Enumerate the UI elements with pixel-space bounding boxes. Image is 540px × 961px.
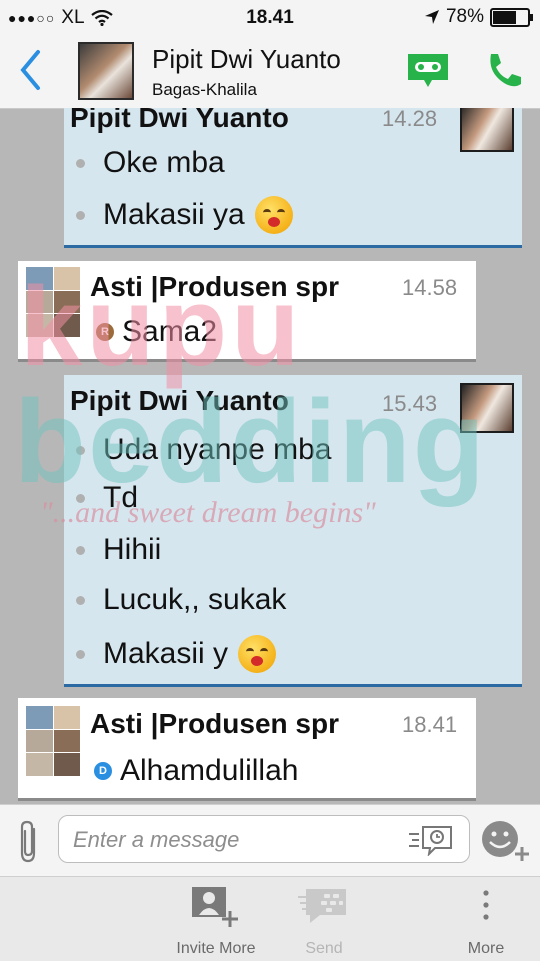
contact-status: Bagas-Khalila bbox=[152, 80, 257, 99]
message-text: Lucuk,, sukak bbox=[103, 583, 287, 616]
message-text: Sama2 bbox=[122, 315, 218, 348]
message-text: Oke mba bbox=[103, 146, 225, 179]
invite-more-label: Invite More bbox=[176, 940, 256, 957]
message-text: Makasii ya bbox=[103, 198, 245, 231]
chat-thread[interactable]: Pipit Dwi Yuanto 14.28 Oke mba Makasii y… bbox=[0, 108, 540, 804]
invite-more-button[interactable]: Invite More bbox=[156, 885, 276, 958]
sender-name: Asti |Produsen spr bbox=[90, 708, 339, 739]
bullet-icon bbox=[76, 545, 85, 555]
kiss-emoji-icon bbox=[238, 635, 277, 673]
sender-name: Pipit Dwi Yuanto bbox=[70, 385, 289, 416]
bullet-icon bbox=[76, 595, 85, 605]
message-line: Oke mba bbox=[76, 146, 225, 180]
sender-name: Asti |Produsen spr bbox=[90, 271, 339, 302]
message-text: Td bbox=[103, 481, 139, 514]
message-line: Lucuk,, sukak bbox=[76, 583, 286, 617]
chat-header: Pipit Dwi Yuanto Bagas-Khalila bbox=[0, 34, 540, 109]
status-bar: ●●●○○ XL 18.41 78% bbox=[0, 0, 540, 34]
message-bubble[interactable]: Asti |Produsen spr 18.41 D Alhamdulillah bbox=[18, 698, 476, 801]
add-contact-icon bbox=[192, 887, 238, 927]
message-input-box[interactable] bbox=[58, 815, 470, 863]
bullet-icon bbox=[76, 158, 85, 168]
message-bubble[interactable]: Pipit Dwi Yuanto 15.43 Uda nyanpe mba Td… bbox=[64, 375, 522, 687]
bottom-toolbar: Invite More Send More bbox=[0, 876, 540, 961]
send-label: Send bbox=[305, 940, 343, 957]
message-line: Makasii y bbox=[76, 635, 277, 673]
read-status-icon: R bbox=[96, 323, 114, 341]
location-arrow-icon bbox=[424, 10, 439, 24]
timed-message-icon[interactable] bbox=[407, 824, 455, 856]
bullet-icon bbox=[76, 210, 85, 220]
sender-avatar bbox=[460, 383, 514, 433]
sender-avatar bbox=[26, 706, 80, 776]
message-bubble[interactable]: Pipit Dwi Yuanto 14.28 Oke mba Makasii y… bbox=[64, 108, 522, 248]
composer-bar bbox=[0, 804, 540, 877]
message-text: Hihii bbox=[103, 533, 162, 566]
message-text: Uda nyanpe mba bbox=[103, 433, 332, 466]
message-line: Makasii ya bbox=[76, 196, 293, 234]
message-line: R Sama2 bbox=[96, 315, 217, 349]
bullet-icon bbox=[76, 649, 85, 659]
more-label: More bbox=[467, 940, 505, 957]
sender-name: Pipit Dwi Yuanto bbox=[70, 108, 289, 133]
message-time: 14.58 bbox=[402, 275, 458, 300]
contact-avatar[interactable] bbox=[78, 42, 134, 100]
more-vertical-icon bbox=[483, 890, 489, 920]
message-line: Td bbox=[76, 481, 138, 515]
chevron-left-icon[interactable] bbox=[18, 48, 44, 92]
battery-percent: 78% bbox=[445, 6, 484, 27]
message-line: D Alhamdulillah bbox=[94, 754, 298, 788]
message-time: 14.28 bbox=[382, 108, 438, 131]
contact-name[interactable]: Pipit Dwi Yuanto bbox=[152, 44, 341, 75]
more-button[interactable]: More bbox=[426, 885, 540, 958]
emoji-add-icon[interactable] bbox=[480, 819, 534, 863]
message-line: Hihii bbox=[76, 533, 161, 567]
kiss-emoji-icon bbox=[254, 196, 293, 234]
message-time: 18.41 bbox=[402, 712, 458, 737]
sender-avatar bbox=[460, 108, 514, 152]
message-text: Alhamdulillah bbox=[120, 754, 299, 787]
phone-icon[interactable] bbox=[482, 50, 524, 92]
bullet-icon bbox=[76, 445, 85, 455]
paperclip-icon[interactable] bbox=[16, 819, 42, 865]
message-input[interactable] bbox=[71, 826, 395, 854]
battery-icon bbox=[490, 7, 533, 27]
message-time: 15.43 bbox=[382, 391, 438, 416]
bullet-icon bbox=[76, 493, 85, 503]
send-button[interactable]: Send bbox=[264, 885, 384, 958]
message-line: Uda nyanpe mba bbox=[76, 433, 332, 467]
voice-video-icon[interactable] bbox=[404, 50, 452, 90]
sender-avatar bbox=[26, 267, 80, 337]
send-bbm-icon bbox=[298, 889, 346, 923]
message-text: Makasii y bbox=[103, 637, 229, 670]
delivered-status-icon: D bbox=[94, 762, 112, 780]
message-bubble[interactable]: Asti |Produsen spr 14.58 R Sama2 bbox=[18, 261, 476, 362]
